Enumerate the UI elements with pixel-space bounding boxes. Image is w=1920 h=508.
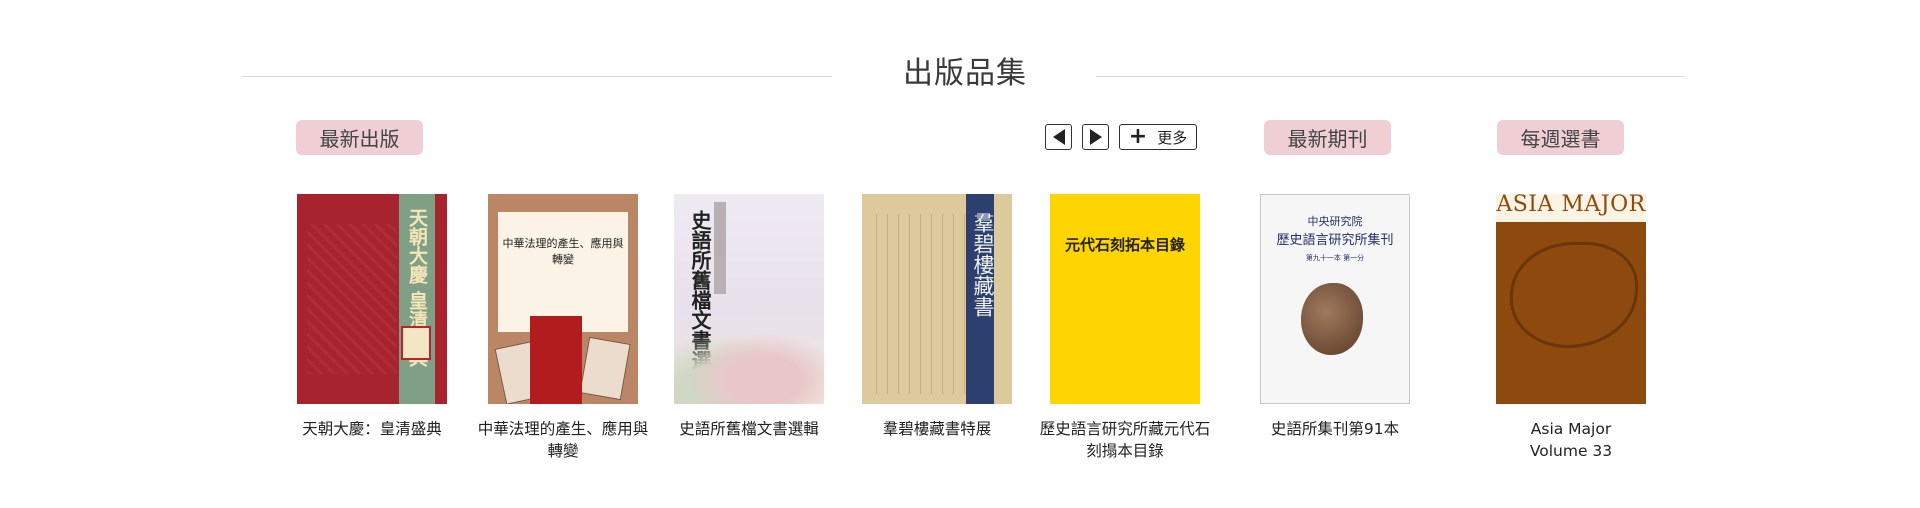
oracle-bone-image [1301,283,1363,355]
weekly-cover-1[interactable]: ASIA MAJOR [1496,194,1646,404]
cover-panel [498,212,628,332]
journal-cover-1[interactable]: 中央研究院 歷史語言研究所集刊 第九十一本 第一分 [1260,194,1410,404]
tab-latest-publications[interactable]: 最新出版 [296,120,423,155]
cover-title: 元代石刻拓本目錄 [1064,236,1185,254]
cover-title: 歷史語言研究所集刊 [1276,233,1394,248]
heading-rule-left [242,76,832,77]
cover-title: 中華法理的產生、應用與轉變 [502,237,624,266]
caption-line-1: Asia Major [1530,420,1612,438]
cover-painting [674,324,824,404]
tab-weekly-picks[interactable]: 每週選書 [1497,120,1624,155]
tab-latest-journals[interactable]: 最新期刊 [1264,120,1391,155]
plus-icon: + [1128,124,1148,149]
more-label: 更多 [1157,128,1188,147]
document-image [579,336,631,401]
section-title: 出版品集 [903,56,1027,91]
book-caption-5[interactable]: 歷史語言研究所藏元代石刻搨本目錄 [1035,418,1215,462]
carousel-next-button[interactable] [1082,124,1109,150]
book-cover-2[interactable]: 中華法理的產生、應用與轉變 [488,194,638,404]
caption-line-2: Volume 33 [1529,442,1613,460]
cover-title: 羣碧樓藏書 [971,212,995,317]
book-caption-3[interactable]: 史語所舊檔文書選輯 [659,418,839,440]
weekly-caption-1[interactable]: Asia Major Volume 33 [1481,418,1661,462]
cover-issue: 第九十一本 第一分 [1305,254,1365,262]
more-button[interactable]: + 更多 [1119,124,1197,150]
cover-title: ASIA MAJOR [1496,194,1646,217]
journal-caption-1[interactable]: 史語所集刊第91本 [1245,418,1425,440]
carousel-prev-button[interactable] [1045,124,1072,150]
cover-pattern [307,224,397,374]
cover-manuscript [866,214,966,394]
cover-strip [714,202,726,294]
chair-image [530,316,582,404]
book-cover-1[interactable]: 天朝大慶 皇清盛典 [297,194,447,404]
arrow-left-icon [1052,129,1065,145]
heading-rule-right [1096,76,1684,77]
arrow-right-icon [1089,129,1102,145]
seal-icon [401,326,431,360]
cover-org: 中央研究院 [1307,215,1363,228]
book-caption-1[interactable]: 天朝大慶：皇清盛典 [282,418,462,440]
book-cover-5[interactable]: 元代石刻拓本目錄 [1050,194,1200,404]
book-caption-2[interactable]: 中華法理的產生、應用與轉變 [473,418,653,462]
dragon-emblem-icon [1510,242,1638,348]
book-cover-4[interactable]: 羣碧樓藏書 [862,194,1012,404]
book-cover-3[interactable]: 史語所舊檔文書選輯 [674,194,824,404]
book-caption-4[interactable]: 羣碧樓藏書特展 [847,418,1027,440]
